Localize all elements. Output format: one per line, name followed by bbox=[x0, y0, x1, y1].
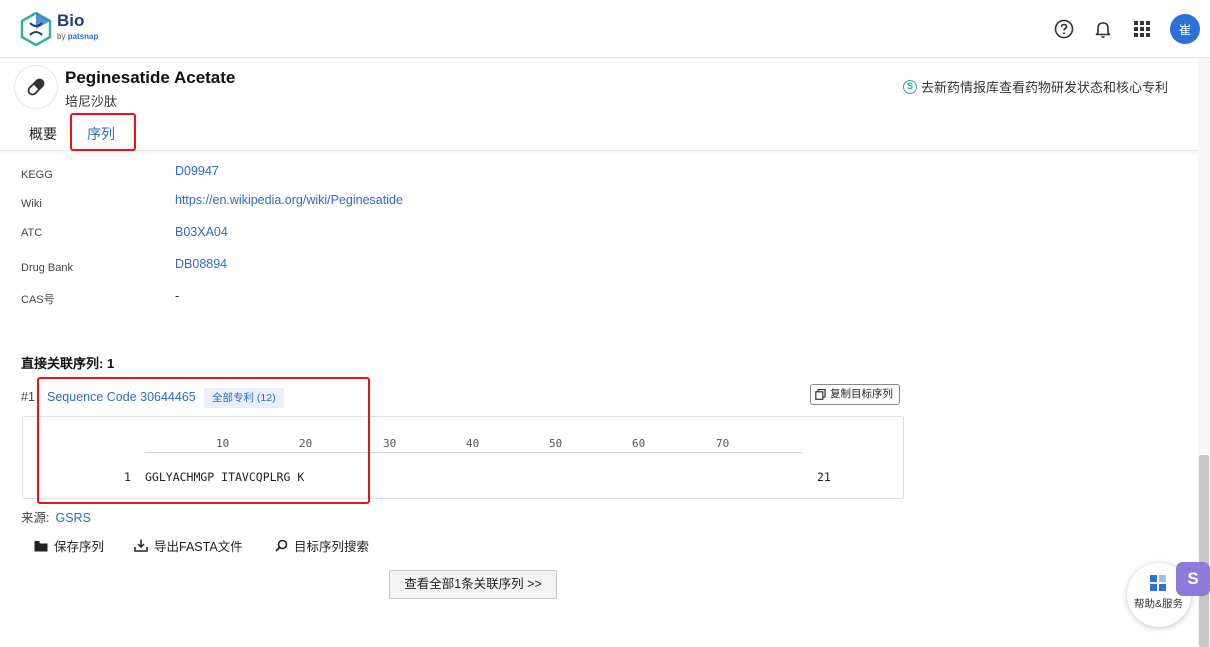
intel-logo-icon: S bbox=[903, 79, 917, 94]
scrollbar-thumb[interactable] bbox=[1199, 455, 1209, 647]
sequence-source: 来源: GSRS bbox=[21, 507, 91, 526]
logo-name: Bio bbox=[57, 11, 85, 30]
bell-icon[interactable] bbox=[1092, 18, 1114, 40]
new-drug-intel-link[interactable]: S 去新药情报库查看药物研发状态和核心专利 bbox=[903, 77, 1168, 96]
tab-highlight-box bbox=[70, 113, 136, 151]
related-sequences-title: 直接关联序列: 1 bbox=[21, 356, 115, 371]
copy-sequence-button[interactable]: 复制目标序列 bbox=[810, 384, 900, 405]
apps-grid-icon[interactable] bbox=[1131, 18, 1153, 40]
folder-icon bbox=[34, 540, 48, 551]
drug-header: Peginesatide Acetate 培尼沙肽 S 去新药情报库查看药物研发… bbox=[0, 58, 1198, 151]
drug-name-cn: 培尼沙肽 bbox=[65, 94, 118, 109]
save-sequence-label: 保存序列 bbox=[54, 540, 105, 554]
copy-sequence-label: 复制目标序列 bbox=[830, 388, 893, 400]
ruler-tick: 40 bbox=[466, 437, 480, 450]
view-all-sequences-button[interactable]: 查看全部1条关联序列 >> bbox=[389, 570, 557, 599]
drug-name: Peginesatide Acetate bbox=[65, 68, 236, 87]
help-grid-icon bbox=[1150, 575, 1166, 591]
top-icons: 崔 bbox=[1053, 14, 1200, 44]
ruler-tick: 70 bbox=[716, 437, 730, 450]
sequence-highlight-box bbox=[37, 377, 370, 504]
kegg-link[interactable]: D09947 bbox=[175, 164, 219, 178]
help-service-label: 帮助&服务 bbox=[1134, 598, 1184, 610]
tab-overview[interactable]: 概要 bbox=[29, 124, 57, 144]
atc-label: ATC bbox=[21, 227, 43, 239]
sequence-line-end: 21 bbox=[817, 470, 831, 484]
export-fasta-label: 导出FASTA文件 bbox=[154, 540, 243, 554]
source-link[interactable]: GSRS bbox=[55, 511, 90, 525]
source-label: 来源: bbox=[21, 511, 50, 525]
assistant-badge-icon[interactable]: S bbox=[1176, 562, 1210, 596]
cas-label: CAS号 bbox=[21, 294, 55, 306]
cas-value: - bbox=[175, 289, 180, 303]
atc-link[interactable]: B03XA04 bbox=[175, 225, 228, 239]
download-icon bbox=[134, 539, 148, 552]
sequence-index: #1 bbox=[21, 390, 35, 404]
pill-icon bbox=[14, 65, 58, 109]
user-avatar[interactable]: 崔 bbox=[1170, 14, 1200, 44]
target-sequence-search-label: 目标序列搜索 bbox=[294, 540, 370, 554]
export-fasta-button[interactable]: 导出FASTA文件 bbox=[134, 536, 243, 555]
bio-logo-icon[interactable] bbox=[20, 11, 52, 47]
kegg-label: KEGG bbox=[21, 169, 53, 181]
logo-text[interactable]: Bio by patsnap bbox=[57, 12, 98, 42]
top-bar: Bio by patsnap 崔 bbox=[0, 0, 1210, 58]
new-drug-intel-label: 去新药情报库查看药物研发状态和核心专利 bbox=[921, 80, 1169, 95]
logo-by: by bbox=[57, 32, 66, 41]
search-icon bbox=[275, 539, 288, 552]
ruler-tick: 50 bbox=[549, 437, 563, 450]
target-sequence-search-button[interactable]: 目标序列搜索 bbox=[275, 536, 369, 555]
drugbank-link[interactable]: DB08894 bbox=[175, 257, 227, 271]
wiki-link[interactable]: https://en.wikipedia.org/wiki/Peginesati… bbox=[175, 193, 403, 207]
save-sequence-button[interactable]: 保存序列 bbox=[34, 536, 104, 555]
drugbank-label: Drug Bank bbox=[21, 262, 73, 274]
wiki-label: Wiki bbox=[21, 198, 42, 210]
copy-icon bbox=[815, 389, 826, 400]
logo-brand: patsnap bbox=[67, 32, 99, 41]
help-icon[interactable] bbox=[1053, 18, 1075, 40]
logo-tagline: by patsnap bbox=[57, 32, 98, 42]
ruler-tick: 60 bbox=[632, 437, 646, 450]
ruler-tick: 30 bbox=[383, 437, 397, 450]
